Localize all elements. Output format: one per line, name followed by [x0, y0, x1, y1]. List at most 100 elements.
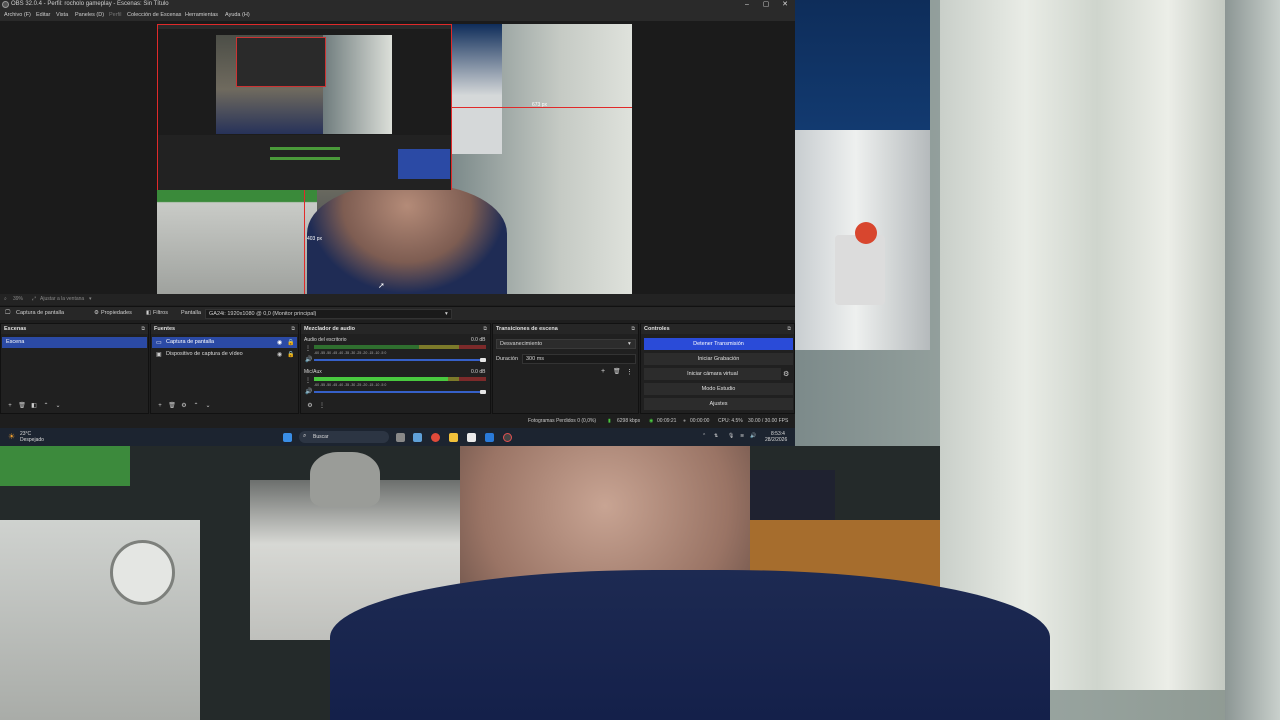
trash-icon[interactable]: 🗑 — [16, 402, 28, 409]
maximize-button[interactable]: ▢ — [757, 0, 775, 9]
speaker-icon[interactable]: 🔊 — [305, 356, 312, 363]
live-icon: ◉ — [649, 418, 654, 424]
lock-icon[interactable]: 🔒 — [287, 351, 294, 358]
studio-mode-button[interactable]: Modo Estudio — [644, 383, 793, 395]
dimension-label-left: 403 px — [307, 236, 323, 242]
duration-value: 300 ms — [526, 356, 545, 362]
add-icon[interactable]: + — [4, 403, 16, 409]
menu-coleccion-escenas[interactable]: Colección de Escenas — [127, 12, 181, 18]
menu-ayuda[interactable]: Ayuda (H) — [225, 12, 250, 18]
bitrate: 6298 kbps — [617, 418, 641, 424]
fit-icon[interactable]: ⤢ — [32, 296, 36, 302]
add-icon[interactable]: + — [601, 368, 605, 375]
preview-area[interactable]: 673 px 403 px — [0, 21, 795, 294]
zoom-level[interactable]: 39% — [13, 296, 23, 302]
source-item-label: Captura de pantalla — [166, 339, 215, 345]
start-virtual-camera-button[interactable]: Iniciar cámara virtual — [644, 368, 781, 380]
mail-icon[interactable] — [485, 433, 494, 442]
gear-icon[interactable]: ⚙ — [783, 370, 789, 378]
taskbar-search[interactable]: ⌕ Buscar — [299, 431, 389, 443]
gear-icon[interactable]: ⚙ — [94, 310, 99, 316]
gear-icon[interactable]: ⚙ — [178, 402, 190, 409]
menu-vista[interactable]: Vista — [56, 12, 68, 18]
weather-text[interactable]: Despejado — [20, 437, 44, 443]
display-select[interactable]: GA24i: 1920x1080 @ 0,0 (Monitor principa… — [205, 309, 452, 319]
dock-undock-icon[interactable]: ⧉ — [483, 326, 487, 332]
kebab-menu-icon[interactable]: ⋮ — [316, 402, 328, 409]
transition-select[interactable]: Desvanecimiento ▾ — [496, 339, 636, 349]
trash-icon[interactable]: 🗑 — [166, 402, 178, 409]
mixer-toolbar: ⚙ ⋮ — [304, 402, 328, 410]
obs-taskbar-icon[interactable] — [503, 433, 512, 442]
fit-to-window[interactable]: Ajustar a la ventana — [40, 296, 84, 302]
duration-input[interactable]: 300 ms — [522, 354, 636, 364]
chevron-down-icon[interactable]: ⌄ — [52, 402, 64, 409]
settings-button[interactable]: Ajustes — [644, 398, 793, 410]
dock-undock-icon[interactable]: ⧉ — [787, 326, 791, 332]
preview-canvas[interactable]: 673 px 403 px — [157, 24, 632, 294]
controls-title: Controles — [644, 326, 670, 332]
clock-date[interactable]: 28/2/2026 — [765, 437, 787, 443]
start-recording-button[interactable]: Iniciar Grabación — [644, 353, 793, 365]
speaker-icon[interactable]: 🔊 — [305, 388, 312, 395]
menu-editar[interactable]: Editar — [36, 12, 50, 18]
add-icon[interactable]: + — [154, 403, 166, 409]
close-button[interactable]: ✕ — [776, 0, 794, 9]
widgets-icon[interactable] — [413, 433, 422, 442]
screen-capture-source[interactable] — [157, 24, 452, 190]
menu-perfil[interactable]: Perfil — [109, 12, 122, 18]
store-icon[interactable] — [467, 433, 476, 442]
eye-icon[interactable]: ◉ — [277, 351, 282, 358]
filter-icon[interactable]: ◧ — [146, 310, 151, 316]
menu-bar: Archivo (F) Editar Vista Paneles (D) Per… — [0, 9, 795, 21]
meter-ticks: -60 -55 -50 -45 -40 -35 -30 -25 -20 -15 … — [314, 383, 387, 387]
mic-icon[interactable]: 🎙 — [728, 433, 734, 439]
file-explorer-icon[interactable] — [449, 433, 458, 442]
source-item-label: Dispositivo de captura de vídeo — [166, 351, 243, 357]
lock-icon[interactable]: 🔒 — [287, 339, 294, 346]
kebab-menu-icon[interactable]: ⋮ — [305, 345, 311, 352]
minimize-button[interactable]: ‒ — [738, 0, 756, 9]
volume-slider[interactable] — [314, 391, 484, 393]
menu-archivo[interactable]: Archivo (F) — [4, 12, 31, 18]
dock-undock-icon[interactable]: ⧉ — [631, 326, 635, 332]
volume-slider-handle[interactable] — [480, 390, 486, 394]
search-icon[interactable]: ⌕ — [4, 296, 7, 302]
volume-slider[interactable] — [314, 359, 484, 361]
filters-button[interactable]: Filtros — [153, 310, 168, 316]
monitor-icon: ▭ — [156, 340, 162, 346]
taskbar: ☀ 23°C Despejado ⌕ Buscar ⌃ ⇅ 🎙 ≋ 🔊 8:53… — [0, 428, 795, 446]
fit-dropdown-icon[interactable]: ▾ — [89, 296, 92, 302]
chrome-icon[interactable] — [431, 433, 440, 442]
eye-icon[interactable]: ◉ — [277, 339, 282, 346]
stop-streaming-button[interactable]: Detener Transmisión — [644, 338, 793, 350]
properties-button[interactable]: Propiedades — [101, 310, 132, 316]
source-item[interactable]: Captura de pantalla — [152, 337, 297, 348]
speaker-icon[interactable]: 🔊 — [750, 433, 756, 439]
gear-icon[interactable]: ⚙ — [304, 402, 316, 409]
task-view-icon[interactable] — [396, 433, 405, 442]
kebab-menu-icon[interactable]: ⋮ — [305, 377, 311, 384]
dock-undock-icon[interactable]: ⧉ — [141, 326, 145, 332]
chevron-up-icon[interactable]: ⌃ — [190, 402, 202, 409]
transitions-title: Transiciones de escena — [496, 326, 558, 332]
menu-herramientas[interactable]: Herramientas — [185, 12, 218, 18]
wifi-icon[interactable]: ≋ — [740, 433, 744, 439]
dock-undock-icon[interactable]: ⧉ — [291, 326, 295, 332]
washing-machine — [0, 520, 200, 720]
scenes-dock: Escenas ⧉ Escena + 🗑 ◧ ⌃ ⌄ — [0, 323, 149, 414]
chevron-down-icon[interactable]: ⌄ — [202, 402, 214, 409]
kebab-menu-icon[interactable]: ⋮ — [626, 368, 633, 376]
signal-icon: ▮ — [608, 418, 611, 424]
scene-item[interactable]: Escena — [2, 337, 147, 348]
source-item[interactable]: Dispositivo de captura de vídeo — [152, 349, 297, 360]
volume-slider-handle[interactable] — [480, 358, 486, 362]
trash-icon[interactable]: 🗑 — [613, 368, 621, 375]
chevron-up-icon[interactable]: ⌃ — [702, 433, 706, 439]
windows-start-icon[interactable] — [283, 433, 292, 442]
monitor-icon: 🖵 — [5, 310, 11, 316]
menu-paneles[interactable]: Paneles (D) — [75, 12, 104, 18]
chevron-up-icon[interactable]: ⌃ — [40, 402, 52, 409]
network-icon[interactable]: ⇅ — [714, 433, 718, 439]
filter-icon[interactable]: ◧ — [28, 402, 40, 409]
